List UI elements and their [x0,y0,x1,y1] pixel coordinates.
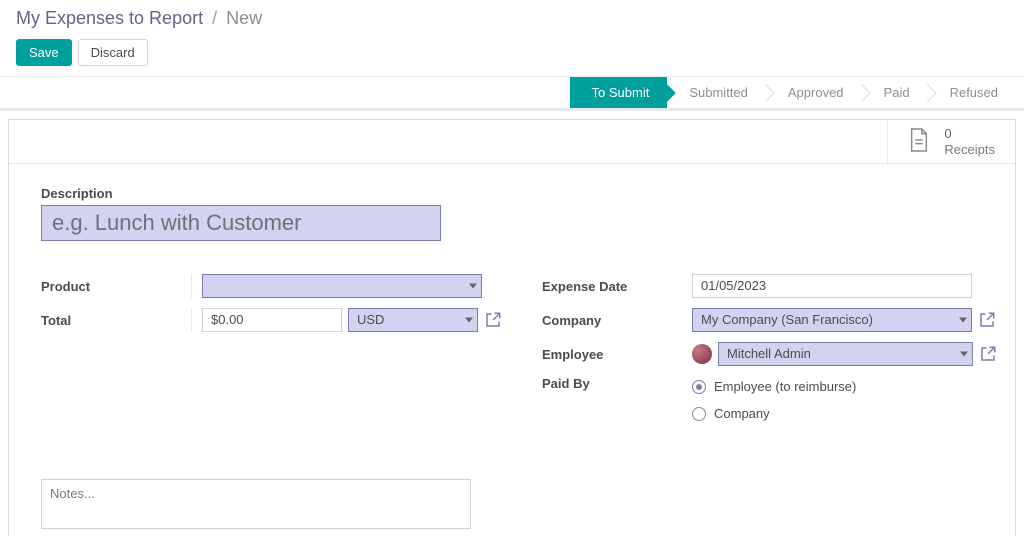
receipts-count: 0 [944,126,995,142]
breadcrumb-current: New [226,8,262,28]
total-amount-input[interactable]: $0.00 [202,308,342,332]
receipts-button[interactable]: 0 Receipts [887,120,1015,163]
expense-date-input[interactable]: 01/05/2023 [692,274,972,298]
stage-to-submit[interactable]: To Submit [570,77,668,108]
receipts-label: Receipts [944,142,995,158]
employee-value: Mitchell Admin [727,346,811,361]
chevron-down-icon [960,352,968,357]
employee-select[interactable]: Mitchell Admin [718,342,973,366]
paid-by-employee-label: Employee (to reimburse) [714,379,856,394]
save-button[interactable]: Save [16,39,72,66]
external-link-icon[interactable] [979,345,997,363]
stage-approved[interactable]: Approved [766,77,862,108]
chevron-down-icon [959,318,967,323]
paid-by-company-label: Company [714,406,770,421]
company-label: Company [542,313,692,328]
statusbar: To Submit Submitted Approved Paid Refuse… [570,77,1016,108]
file-icon [908,127,930,156]
avatar [692,344,712,364]
employee-label: Employee [542,347,692,362]
paid-by-company-radio[interactable] [692,407,706,421]
notes-textarea[interactable] [41,479,471,529]
description-input[interactable] [41,205,441,241]
external-link-icon[interactable] [978,311,996,329]
breadcrumb-separator: / [208,8,221,28]
paid-by-label: Paid By [542,376,692,391]
currency-value: USD [357,312,384,327]
product-label: Product [41,279,191,294]
external-link-icon[interactable] [484,311,502,329]
product-select[interactable] [202,274,482,298]
company-select[interactable]: My Company (San Francisco) [692,308,972,332]
total-label: Total [41,313,191,328]
expense-date-value: 01/05/2023 [701,278,766,293]
currency-select[interactable]: USD [348,308,478,332]
breadcrumb: My Expenses to Report / New [16,8,1008,29]
breadcrumb-parent[interactable]: My Expenses to Report [16,8,203,28]
stage-refused[interactable]: Refused [928,77,1016,108]
discard-button[interactable]: Discard [78,39,148,66]
stage-paid[interactable]: Paid [862,77,928,108]
expense-date-label: Expense Date [542,279,692,294]
chevron-down-icon [465,318,473,323]
total-amount-value: $0.00 [211,312,244,327]
paid-by-employee-radio[interactable] [692,380,706,394]
stage-submitted[interactable]: Submitted [667,77,766,108]
chevron-down-icon [469,284,477,289]
company-value: My Company (San Francisco) [701,312,873,327]
description-label: Description [41,186,983,201]
